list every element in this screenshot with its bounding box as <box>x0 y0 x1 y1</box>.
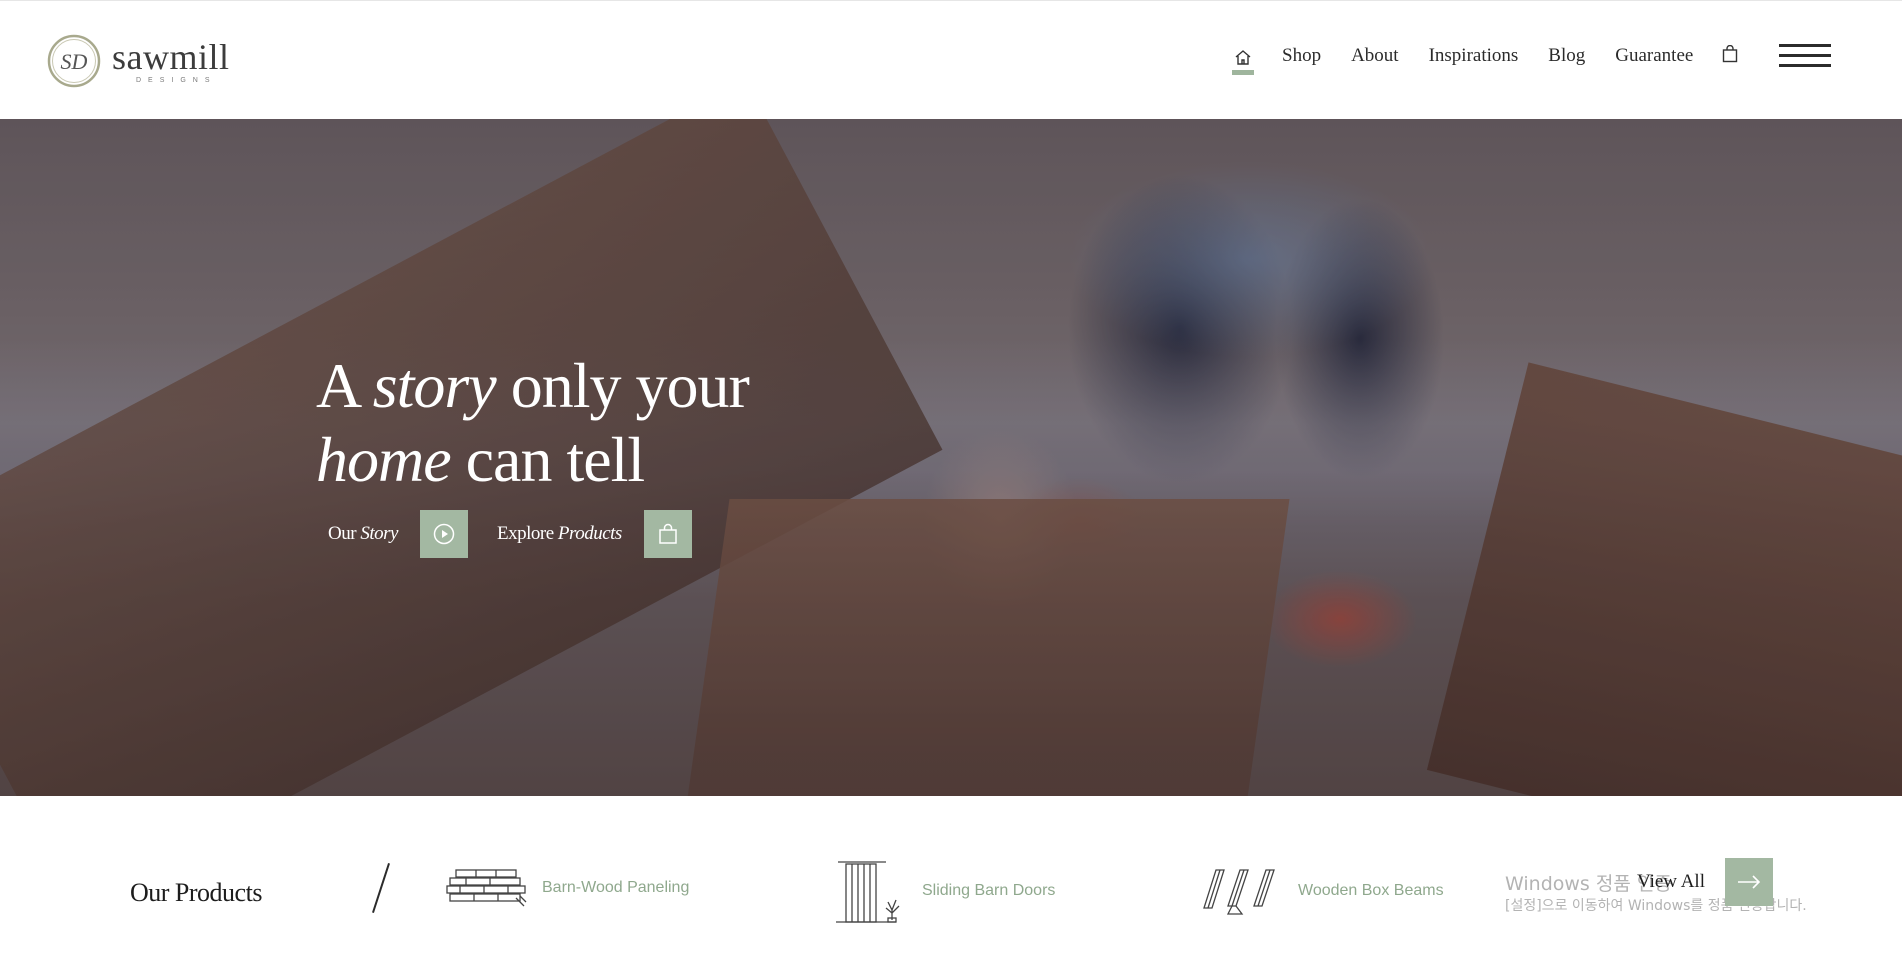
brand-subtitle: DESIGNS <box>136 76 217 84</box>
nav-item-about[interactable]: About <box>1351 45 1399 67</box>
view-all-label: View All <box>1637 871 1705 892</box>
our-story-label: Our Story <box>328 523 398 544</box>
product-link-paneling[interactable]: Barn-Wood Paneling <box>446 868 689 908</box>
products-title: Our Products <box>130 878 262 907</box>
arrow-right-icon <box>1738 875 1761 889</box>
shop-button[interactable] <box>643 510 692 558</box>
explore-products-label: Explore Products <box>497 523 622 544</box>
hero-overlay <box>0 119 1902 796</box>
product-link-box-beams[interactable]: Wooden Box Beams <box>1202 866 1444 916</box>
nav-item-blog[interactable]: Blog <box>1548 45 1585 67</box>
explore-products-button[interactable]: Explore Products <box>497 510 692 558</box>
view-all-button[interactable]: View All <box>1637 858 1773 906</box>
play-button[interactable] <box>419 510 468 558</box>
our-story-button[interactable]: Our Story <box>328 510 468 558</box>
active-nav-indicator <box>1232 70 1254 75</box>
nav-item-inspirations[interactable]: Inspirations <box>1429 45 1519 67</box>
hamburger-menu-button[interactable] <box>1779 44 1831 68</box>
product-label: Wooden Box Beams <box>1298 882 1444 899</box>
box-beams-icon <box>1203 869 1275 915</box>
nav-home[interactable] <box>1232 43 1254 75</box>
hamburger-line <box>1779 54 1831 57</box>
divider-slash <box>372 862 390 914</box>
svg-text:SD: SD <box>61 49 88 74</box>
product-label: Barn-Wood Paneling <box>542 879 690 896</box>
product-link-barn-doors[interactable]: Sliding Barn Doors <box>836 858 1055 924</box>
main-nav: Shop About Inspirations Blog Guarantee <box>1232 43 1693 75</box>
paneling-icon <box>446 869 527 907</box>
view-all-arrow-button[interactable] <box>1725 858 1773 906</box>
barn-door-icon <box>836 861 900 923</box>
cart-button[interactable] <box>1722 44 1738 68</box>
shopping-bag-icon <box>659 523 677 544</box>
site-header: SD sawmill DESIGNS Shop About Inspiratio… <box>0 0 1902 119</box>
shopping-bag-icon <box>1722 44 1738 63</box>
hero-section: A story only your home can tell Our Story… <box>0 119 1902 796</box>
nav-item-guarantee[interactable]: Guarantee <box>1615 45 1693 67</box>
brand-name: sawmill <box>112 36 230 77</box>
play-icon <box>433 523 455 545</box>
products-strip: Our Products Barn-Wood Paneling Sliding … <box>0 796 1902 968</box>
product-label: Sliding Barn Doors <box>922 882 1056 899</box>
home-icon <box>1235 50 1251 65</box>
hero-title: A story only your home can tell <box>316 350 750 495</box>
nav-item-shop[interactable]: Shop <box>1282 45 1321 67</box>
hamburger-line <box>1779 64 1831 67</box>
hamburger-line <box>1779 44 1831 47</box>
logo-monogram-icon: SD <box>47 34 101 88</box>
brand-logo[interactable]: SD sawmill DESIGNS <box>46 31 230 91</box>
